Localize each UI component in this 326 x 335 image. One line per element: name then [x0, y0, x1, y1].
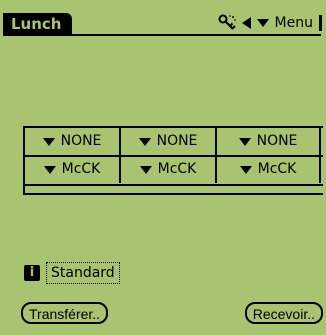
chevron-down-icon [42, 137, 55, 146]
grid-cell-trigger[interactable]: NONE [121, 128, 217, 155]
cell-label: McCK [257, 161, 297, 177]
cell-label: NONE [256, 133, 298, 149]
menu-label[interactable]: Menu [275, 15, 313, 31]
arrow-left-icon[interactable] [241, 17, 251, 29]
grid-row: McCK McCK McCK [25, 156, 323, 183]
lunch-grid: NONE NONE NONE McCK McCK McCK [23, 126, 323, 186]
info-icon[interactable]: i [24, 265, 40, 281]
palm-screen: Lunch Menu NONE NONE NONE McCK McCK McCK… [0, 0, 326, 335]
grid-row: NONE NONE NONE [25, 128, 323, 157]
chevron-down-icon [238, 137, 251, 146]
transfer-button[interactable]: Transférer.. [21, 302, 109, 324]
cell-label: NONE [156, 133, 198, 149]
grid-cell-trigger[interactable]: NONE [217, 128, 321, 155]
grid-cell-trigger[interactable]: McCK [121, 156, 217, 183]
grid-cell-trigger[interactable]: McCK [25, 156, 121, 183]
cell-label: NONE [60, 133, 102, 149]
chevron-down-icon [43, 165, 56, 174]
grid-cell-trigger[interactable]: NONE [25, 128, 121, 155]
chevron-down-icon[interactable] [256, 19, 269, 27]
app-title[interactable]: Lunch [3, 13, 72, 35]
key-icon[interactable] [218, 14, 236, 32]
grid-footer-bar [23, 185, 323, 195]
receive-button[interactable]: Recevoir.. [244, 302, 323, 324]
info-row: i Standard [24, 262, 120, 284]
cell-label: McCK [157, 161, 197, 177]
chevron-down-icon [239, 165, 252, 174]
title-underline [3, 34, 321, 36]
cell-label: McCK [61, 161, 101, 177]
scroll-bracket [319, 15, 322, 31]
chevron-down-icon [138, 137, 151, 146]
standard-trigger[interactable]: Standard [46, 262, 120, 284]
grid-cell-trigger[interactable]: McCK [217, 156, 321, 183]
chevron-down-icon [139, 165, 152, 174]
status-area: Menu [218, 12, 322, 34]
